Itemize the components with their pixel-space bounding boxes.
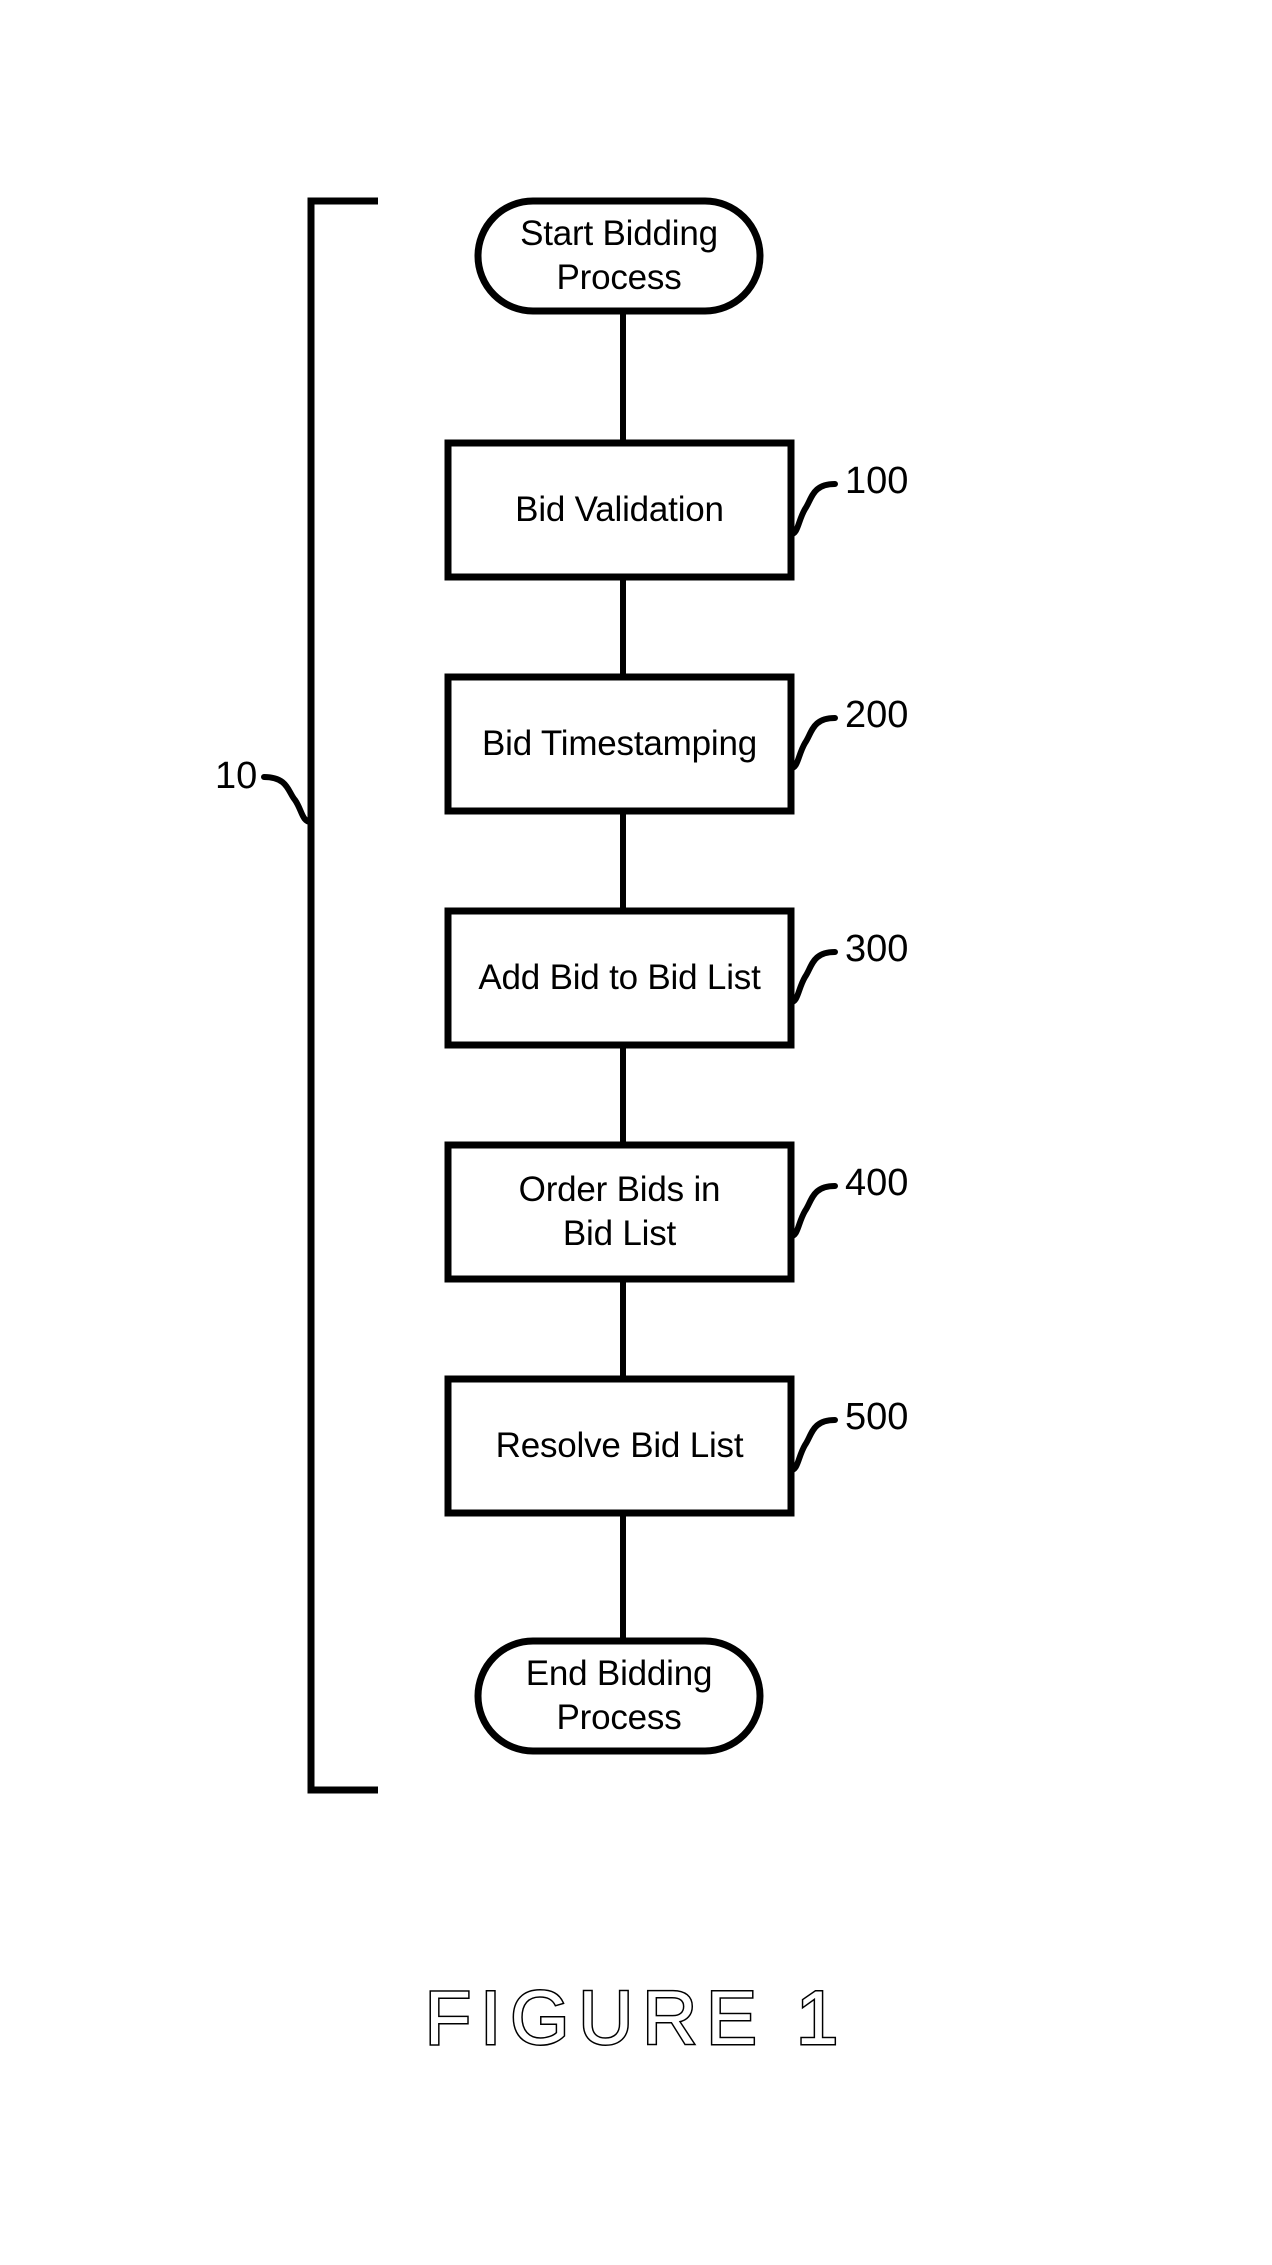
system-bracket [307, 197, 378, 1794]
node-orderbids-shape [444, 1141, 795, 1283]
bracket-leader-line [261, 774, 314, 825]
ref-numeral-100: 100 [845, 460, 909, 502]
node-end-shape [474, 1637, 764, 1755]
ref-leader-300 [788, 949, 838, 1005]
figure-caption: FIGURE 1 [423, 1975, 848, 2063]
ref-numeral-10: 10 [215, 755, 258, 797]
node-start-shape [474, 197, 764, 315]
ref-leader-200 [788, 715, 838, 771]
ref-leader-100 [788, 481, 838, 537]
node-addbid-shape [444, 907, 795, 1049]
ref-leader-500 [788, 1417, 838, 1473]
ref-numeral-500: 500 [845, 1396, 909, 1438]
node-timestamp-shape [444, 673, 795, 815]
node-validation-shape [444, 439, 795, 581]
patent-figure: Start Bidding Process Bid Validation Bid… [0, 0, 1272, 2265]
ref-leader-400 [788, 1183, 838, 1239]
ref-numeral-400: 400 [845, 1162, 909, 1204]
node-resolve-shape [444, 1375, 795, 1517]
ref-numeral-300: 300 [845, 928, 909, 970]
bracket-path [307, 197, 378, 1794]
ref-numeral-200: 200 [845, 694, 909, 736]
figure-drawing-canvas [261, 197, 838, 1794]
ref-leader-lines [788, 481, 838, 1473]
